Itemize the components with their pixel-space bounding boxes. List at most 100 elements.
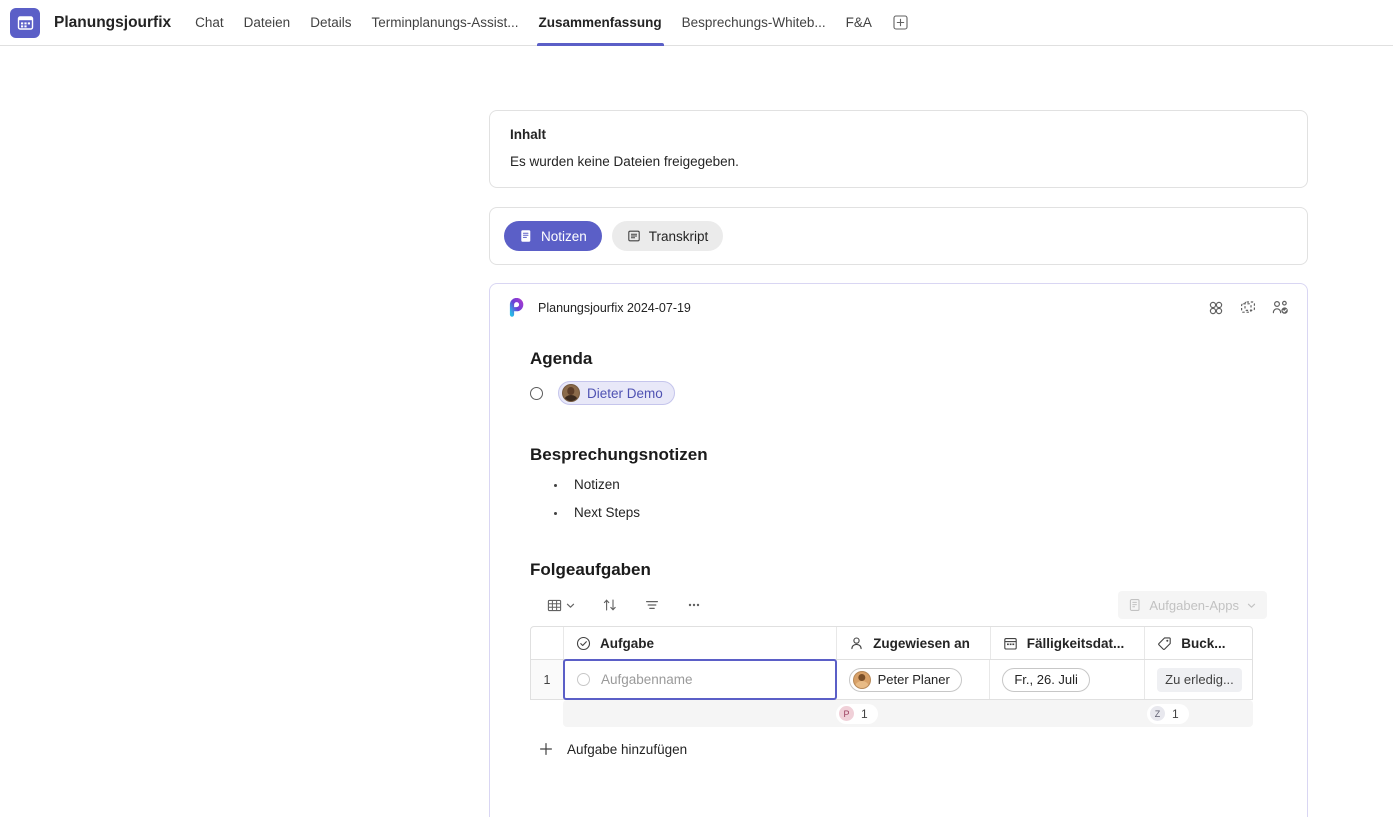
filter-icon bbox=[646, 601, 658, 609]
summary-count: 1 bbox=[861, 706, 868, 721]
summary-badge-assignee: P 1 bbox=[836, 703, 878, 724]
more-options-button[interactable] bbox=[679, 594, 709, 616]
top-bar: Planungsjourfix Chat Dateien Details Ter… bbox=[0, 0, 1393, 46]
filter-button[interactable] bbox=[637, 594, 667, 616]
summary-count: 1 bbox=[1172, 706, 1179, 721]
page-body: Inhalt Es wurden keine Dateien freigegeb… bbox=[0, 46, 1393, 817]
column-header-label: Fälligkeitsdat... bbox=[1026, 635, 1125, 651]
assignee-label: Peter Planer bbox=[877, 672, 950, 687]
column-header-zugewiesen-an[interactable]: Zugewiesen an bbox=[837, 627, 991, 659]
table-icon bbox=[547, 599, 562, 611]
loop-header: Planungsjourfix 2024-07-19 bbox=[490, 284, 1307, 317]
center-column: Inhalt Es wurden keine Dateien freigegeb… bbox=[489, 110, 1308, 817]
share-people-glyph bbox=[1272, 300, 1288, 314]
due-date-chip[interactable]: Fr., 26. Juli bbox=[1002, 667, 1090, 692]
list-item: Notizen bbox=[554, 477, 1267, 492]
bucket-cell[interactable]: Zu erledig... bbox=[1145, 660, 1252, 699]
summary-avatar-initial: Z bbox=[1150, 706, 1165, 721]
status-badge[interactable]: Zu erledig... bbox=[1157, 667, 1242, 692]
column-header-aufgabe[interactable]: Aufgabe bbox=[564, 627, 838, 659]
sort-button[interactable] bbox=[595, 594, 625, 616]
components-glyph bbox=[1209, 301, 1223, 314]
tab-zusammenfassung[interactable]: Zusammenfassung bbox=[529, 0, 672, 46]
loop-component-card: Planungsjourfix 2024-07-19 Agenda Dieter… bbox=[489, 283, 1308, 817]
avatar bbox=[852, 670, 871, 689]
tab-dateien[interactable]: Dateien bbox=[234, 0, 301, 46]
person-icon bbox=[851, 636, 862, 649]
notizen-button[interactable]: Notizen bbox=[504, 221, 602, 251]
agenda-heading: Agenda bbox=[530, 349, 593, 368]
column-header-faelligkeitsdatum[interactable]: Fälligkeitsdat... bbox=[991, 627, 1146, 659]
tab-chat[interactable]: Chat bbox=[185, 0, 234, 46]
notes-bullet-list: Notizen Next Steps bbox=[530, 477, 1267, 520]
summary-badge-bucket: Z 1 bbox=[1147, 703, 1189, 724]
notes-transcript-card: Notizen Transkript bbox=[489, 207, 1308, 265]
aufgaben-apps-label: Aufgaben-Apps bbox=[1149, 597, 1239, 613]
loop-body: Agenda Dieter Demo Besprechungsnotizen N… bbox=[490, 317, 1307, 757]
share-people-icon[interactable] bbox=[1272, 300, 1289, 316]
mention-pill[interactable]: Dieter Demo bbox=[558, 381, 675, 405]
transkript-label: Transkript bbox=[648, 228, 709, 244]
column-header-bucket[interactable]: Buck... bbox=[1145, 627, 1252, 659]
loop-doc-title: Planungsjourfix 2024-07-19 bbox=[538, 300, 691, 315]
content-card: Inhalt Es wurden keine Dateien freigegeb… bbox=[489, 110, 1308, 188]
copy-icon[interactable] bbox=[1240, 300, 1256, 316]
add-task-button[interactable]: Aufgabe hinzufügen bbox=[538, 741, 1267, 757]
app-title: Planungsjourfix bbox=[54, 13, 172, 31]
mention-label: Dieter Demo bbox=[587, 385, 663, 401]
notes-icon bbox=[521, 230, 531, 242]
content-card-message: Es wurden keine Dateien freigegeben. bbox=[510, 154, 739, 169]
task-name-input[interactable]: Aufgabenname bbox=[562, 659, 837, 700]
tab-besprechungs-whiteboard[interactable]: Besprechungs-Whiteb... bbox=[672, 0, 836, 46]
calendar-icon bbox=[1003, 637, 1017, 650]
chevron-down-icon bbox=[1247, 603, 1256, 608]
add-task-label: Aufgabe hinzufügen bbox=[567, 741, 688, 757]
tasks-table: Aufgabe Zugewiesen an Fälligkeitsdat... … bbox=[530, 626, 1253, 727]
due-date-cell[interactable]: Fr., 26. Juli bbox=[990, 660, 1146, 699]
list-item: Next Steps bbox=[554, 505, 1267, 520]
transcript-icon bbox=[628, 230, 640, 242]
agenda-todo-checkbox[interactable] bbox=[530, 386, 543, 400]
app-icon bbox=[10, 7, 40, 38]
copy-glyph bbox=[1241, 300, 1255, 313]
loop-logo-icon bbox=[509, 298, 524, 317]
tab-terminplanungs-assistent[interactable]: Terminplanungs-Assist... bbox=[361, 0, 528, 46]
assignee-cell[interactable]: Peter Planer bbox=[837, 660, 991, 699]
components-icon[interactable] bbox=[1208, 300, 1224, 316]
row-number: 1 bbox=[531, 660, 564, 699]
transkript-button[interactable]: Transkript bbox=[611, 221, 724, 251]
agenda-todo-item: Dieter Demo bbox=[530, 381, 1267, 405]
notes-transcript-toggle: Notizen Transkript bbox=[504, 221, 1293, 251]
plus-icon bbox=[540, 743, 552, 755]
task-name-placeholder: Aufgabenname bbox=[600, 672, 693, 687]
tab-fragen-und-antworten[interactable]: F&A bbox=[836, 0, 882, 46]
column-header-number bbox=[531, 627, 564, 659]
tag-icon bbox=[1158, 636, 1172, 650]
add-tab-button[interactable] bbox=[890, 12, 912, 34]
notizen-label: Notizen bbox=[541, 228, 587, 244]
summary-avatar-initial: P bbox=[839, 706, 854, 721]
calendar-icon bbox=[17, 16, 33, 30]
notes-heading: Besprechungsnotizen bbox=[530, 445, 708, 464]
tasks-app-icon bbox=[1130, 599, 1140, 611]
table-view-button[interactable] bbox=[540, 595, 583, 616]
tasks-toolbar: Aufgaben-Apps bbox=[540, 591, 1267, 619]
tasks-heading: Folgeaufgaben bbox=[530, 560, 651, 579]
chevron-down-icon bbox=[566, 603, 575, 608]
sort-icon bbox=[603, 599, 616, 611]
loop-header-actions bbox=[1208, 300, 1289, 316]
column-header-label: Buck... bbox=[1181, 635, 1226, 651]
tasks-table-header: Aufgabe Zugewiesen an Fälligkeitsdat... … bbox=[530, 626, 1253, 660]
tab-details[interactable]: Details bbox=[300, 0, 361, 46]
tab-bar: Chat Dateien Details Terminplanungs-Assi… bbox=[185, 0, 912, 46]
table-summary-row: P 1 Z 1 bbox=[563, 700, 1253, 727]
table-row: 1 Aufgabenname Peter Planer Fr., 26. Jul… bbox=[530, 659, 1253, 700]
column-header-label: Aufgabe bbox=[599, 635, 654, 651]
more-horizontal-icon bbox=[688, 603, 700, 607]
task-complete-checkbox[interactable] bbox=[576, 673, 590, 686]
plus-square-icon bbox=[893, 15, 908, 30]
aufgaben-apps-button[interactable]: Aufgaben-Apps bbox=[1118, 591, 1267, 619]
assignee-chip[interactable]: Peter Planer bbox=[848, 667, 962, 692]
check-circle-icon bbox=[576, 636, 591, 650]
content-card-title: Inhalt bbox=[510, 127, 546, 142]
